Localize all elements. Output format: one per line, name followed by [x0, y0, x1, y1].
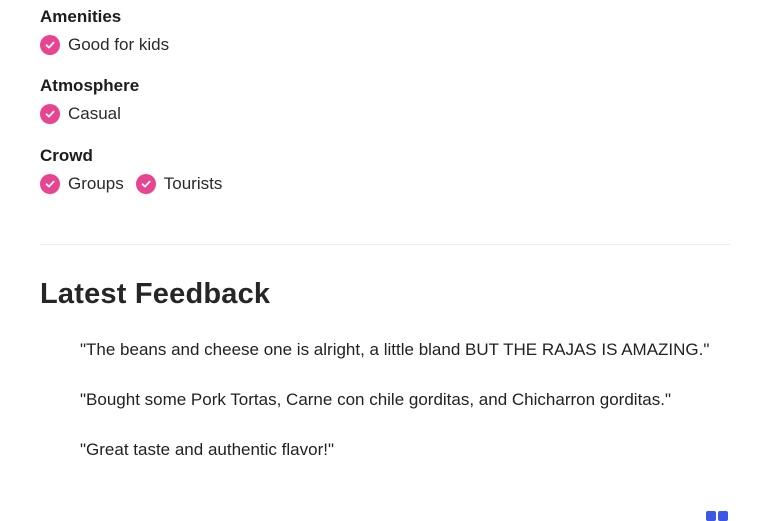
amenities-title: Amenities — [40, 7, 122, 26]
indicator-dot[interactable] — [718, 511, 728, 521]
page: Amenities Good for kids Atmosphere Casua… — [0, 0, 770, 521]
feedback-quote: "Great taste and authentic flavor!" — [80, 440, 334, 459]
tag-casual: Casual — [40, 104, 121, 124]
checkmark-icon — [40, 174, 60, 194]
checkmark-icon — [40, 35, 60, 55]
indicator-dot[interactable] — [706, 511, 716, 521]
tag-label: Tourists — [163, 174, 223, 193]
latest-feedback-title: Latest Feedback — [40, 278, 271, 310]
carousel-indicator[interactable] — [706, 511, 730, 521]
tag-label: Good for kids — [68, 35, 170, 54]
atmosphere-section: Atmosphere Casual — [40, 76, 139, 124]
tag-good-for-kids: Good for kids — [40, 35, 169, 55]
checkmark-icon — [135, 174, 156, 194]
tag-groups: Groups — [40, 174, 124, 194]
amenities-section: Amenities Good for kids — [40, 7, 181, 55]
crowd-tags: Groups Tourists — [40, 174, 234, 194]
section-divider — [40, 244, 730, 245]
checkmark-icon — [40, 104, 60, 124]
tag-label: Groups — [68, 174, 124, 193]
amenities-tags: Good for kids — [40, 35, 181, 55]
crowd-title: Crowd — [40, 146, 93, 165]
atmosphere-title: Atmosphere — [40, 76, 140, 95]
feedback-quote: "Bought some Pork Tortas, Carne con chil… — [80, 390, 672, 409]
atmosphere-tags: Casual — [40, 104, 139, 124]
feedback-quote: "The beans and cheese one is alright, a … — [80, 340, 710, 359]
tag-tourists: Tourists — [135, 174, 223, 194]
crowd-section: Crowd Groups Tourists — [40, 146, 234, 194]
tag-label: Casual — [68, 104, 121, 123]
